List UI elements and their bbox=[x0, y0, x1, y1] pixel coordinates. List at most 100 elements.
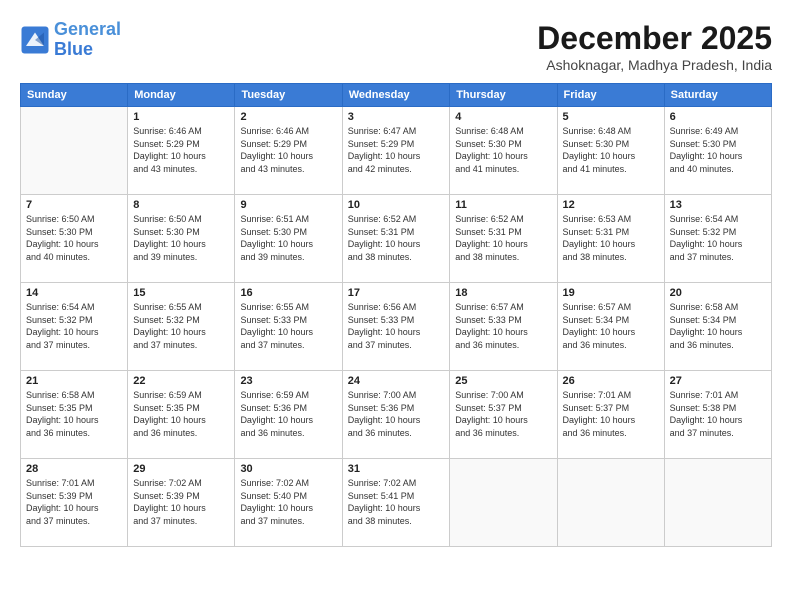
calendar-table: SundayMondayTuesdayWednesdayThursdayFrid… bbox=[20, 83, 772, 547]
day-number: 9 bbox=[240, 199, 336, 211]
day-number: 14 bbox=[26, 287, 122, 299]
calendar-cell: 9 Sunrise: 6:51 AM Sunset: 5:30 PM Daylig… bbox=[235, 195, 342, 283]
column-header-sunday: Sunday bbox=[21, 84, 128, 107]
calendar-cell: 13 Sunrise: 6:54 AM Sunset: 5:32 PM Dayli… bbox=[664, 195, 771, 283]
day-number: 18 bbox=[455, 287, 551, 299]
day-info: Sunrise: 6:54 AM Sunset: 5:32 PM Dayligh… bbox=[26, 301, 122, 351]
day-number: 28 bbox=[26, 463, 122, 475]
calendar-cell: 30 Sunrise: 7:02 AM Sunset: 5:40 PM Dayli… bbox=[235, 459, 342, 547]
day-number: 15 bbox=[133, 287, 229, 299]
day-number: 13 bbox=[670, 199, 766, 211]
day-info: Sunrise: 6:54 AM Sunset: 5:32 PM Dayligh… bbox=[670, 213, 766, 263]
calendar-cell: 20Sunrise: 6:58 AM Sunset: 5:34 PM Dayli… bbox=[664, 283, 771, 371]
day-info: Sunrise: 6:55 AM Sunset: 5:32 PM Dayligh… bbox=[133, 301, 229, 351]
calendar-cell bbox=[557, 459, 664, 547]
day-info: Sunrise: 6:58 AM Sunset: 5:34 PM Dayligh… bbox=[670, 301, 766, 351]
calendar-cell: 7 Sunrise: 6:50 AM Sunset: 5:30 PM Daylig… bbox=[21, 195, 128, 283]
day-info: Sunrise: 7:01 AM Sunset: 5:38 PM Dayligh… bbox=[670, 389, 766, 439]
calendar-cell: 28 Sunrise: 7:01 AM Sunset: 5:39 PM Dayli… bbox=[21, 459, 128, 547]
day-number: 6 bbox=[670, 111, 766, 123]
day-number: 2 bbox=[240, 111, 336, 123]
day-info: Sunrise: 7:02 AM Sunset: 5:39 PM Dayligh… bbox=[133, 477, 229, 527]
calendar-cell: 16 Sunrise: 6:55 AM Sunset: 5:33 PM Dayli… bbox=[235, 283, 342, 371]
calendar-cell: 24 Sunrise: 7:00 AM Sunset: 5:36 PM Dayli… bbox=[342, 371, 450, 459]
calendar-header-row: SundayMondayTuesdayWednesdayThursdayFrid… bbox=[21, 84, 772, 107]
day-number: 17 bbox=[348, 287, 445, 299]
calendar-cell: 19Sunrise: 6:57 AM Sunset: 5:34 PM Dayli… bbox=[557, 283, 664, 371]
day-number: 29 bbox=[133, 463, 229, 475]
calendar-cell: 12Sunrise: 6:53 AM Sunset: 5:31 PM Dayli… bbox=[557, 195, 664, 283]
week-row-4: 21 Sunrise: 6:58 AM Sunset: 5:35 PM Dayli… bbox=[21, 371, 772, 459]
day-number: 7 bbox=[26, 199, 122, 211]
calendar-cell: 26Sunrise: 7:01 AM Sunset: 5:37 PM Dayli… bbox=[557, 371, 664, 459]
day-number: 21 bbox=[26, 375, 122, 387]
calendar-cell: 11 Sunrise: 6:52 AM Sunset: 5:31 PM Dayli… bbox=[450, 195, 557, 283]
day-info: Sunrise: 6:55 AM Sunset: 5:33 PM Dayligh… bbox=[240, 301, 336, 351]
calendar-cell bbox=[450, 459, 557, 547]
day-info: Sunrise: 6:52 AM Sunset: 5:31 PM Dayligh… bbox=[455, 213, 551, 263]
day-info: Sunrise: 6:47 AM Sunset: 5:29 PM Dayligh… bbox=[348, 125, 445, 175]
day-number: 3 bbox=[348, 111, 445, 123]
day-number: 30 bbox=[240, 463, 336, 475]
calendar-cell: 3 Sunrise: 6:47 AM Sunset: 5:29 PM Daylig… bbox=[342, 107, 450, 195]
calendar-cell: 18 Sunrise: 6:57 AM Sunset: 5:33 PM Dayli… bbox=[450, 283, 557, 371]
page-header: General Blue December 2025 Ashoknagar, M… bbox=[20, 20, 772, 73]
week-row-5: 28 Sunrise: 7:01 AM Sunset: 5:39 PM Dayli… bbox=[21, 459, 772, 547]
day-number: 31 bbox=[348, 463, 445, 475]
day-info: Sunrise: 6:52 AM Sunset: 5:31 PM Dayligh… bbox=[348, 213, 445, 263]
calendar-cell: 6 Sunrise: 6:49 AM Sunset: 5:30 PM Daylig… bbox=[664, 107, 771, 195]
calendar-cell: 1Sunrise: 6:46 AM Sunset: 5:29 PM Daylig… bbox=[128, 107, 235, 195]
calendar-cell: 29 Sunrise: 7:02 AM Sunset: 5:39 PM Dayli… bbox=[128, 459, 235, 547]
column-header-monday: Monday bbox=[128, 84, 235, 107]
day-info: Sunrise: 7:00 AM Sunset: 5:36 PM Dayligh… bbox=[348, 389, 445, 439]
week-row-2: 7 Sunrise: 6:50 AM Sunset: 5:30 PM Daylig… bbox=[21, 195, 772, 283]
day-number: 27 bbox=[670, 375, 766, 387]
day-info: Sunrise: 6:48 AM Sunset: 5:30 PM Dayligh… bbox=[563, 125, 659, 175]
day-number: 11 bbox=[455, 199, 551, 211]
day-number: 23 bbox=[240, 375, 336, 387]
day-info: Sunrise: 7:02 AM Sunset: 5:41 PM Dayligh… bbox=[348, 477, 445, 527]
day-info: Sunrise: 6:49 AM Sunset: 5:30 PM Dayligh… bbox=[670, 125, 766, 175]
logo-line1: General bbox=[54, 19, 121, 39]
calendar-cell: 15 Sunrise: 6:55 AM Sunset: 5:32 PM Dayli… bbox=[128, 283, 235, 371]
column-header-saturday: Saturday bbox=[664, 84, 771, 107]
calendar-cell: 31 Sunrise: 7:02 AM Sunset: 5:41 PM Dayli… bbox=[342, 459, 450, 547]
day-number: 26 bbox=[563, 375, 659, 387]
day-number: 8 bbox=[133, 199, 229, 211]
month-title: December 2025 bbox=[537, 20, 772, 57]
week-row-1: 1Sunrise: 6:46 AM Sunset: 5:29 PM Daylig… bbox=[21, 107, 772, 195]
logo-text: General Blue bbox=[54, 20, 121, 60]
column-header-friday: Friday bbox=[557, 84, 664, 107]
calendar-cell: 27 Sunrise: 7:01 AM Sunset: 5:38 PM Dayli… bbox=[664, 371, 771, 459]
day-info: Sunrise: 7:02 AM Sunset: 5:40 PM Dayligh… bbox=[240, 477, 336, 527]
column-header-wednesday: Wednesday bbox=[342, 84, 450, 107]
day-info: Sunrise: 7:00 AM Sunset: 5:37 PM Dayligh… bbox=[455, 389, 551, 439]
day-info: Sunrise: 6:58 AM Sunset: 5:35 PM Dayligh… bbox=[26, 389, 122, 439]
day-info: Sunrise: 7:01 AM Sunset: 5:39 PM Dayligh… bbox=[26, 477, 122, 527]
day-info: Sunrise: 6:51 AM Sunset: 5:30 PM Dayligh… bbox=[240, 213, 336, 263]
calendar-cell: 4Sunrise: 6:48 AM Sunset: 5:30 PM Daylig… bbox=[450, 107, 557, 195]
day-info: Sunrise: 6:59 AM Sunset: 5:36 PM Dayligh… bbox=[240, 389, 336, 439]
calendar-cell: 22Sunrise: 6:59 AM Sunset: 5:35 PM Dayli… bbox=[128, 371, 235, 459]
day-info: Sunrise: 6:57 AM Sunset: 5:34 PM Dayligh… bbox=[563, 301, 659, 351]
calendar-cell: 10 Sunrise: 6:52 AM Sunset: 5:31 PM Dayli… bbox=[342, 195, 450, 283]
logo-icon bbox=[20, 25, 50, 55]
calendar-cell bbox=[21, 107, 128, 195]
calendar-cell: 23 Sunrise: 6:59 AM Sunset: 5:36 PM Dayli… bbox=[235, 371, 342, 459]
title-block: December 2025 Ashoknagar, Madhya Pradesh… bbox=[537, 20, 772, 73]
day-number: 16 bbox=[240, 287, 336, 299]
day-number: 25 bbox=[455, 375, 551, 387]
day-number: 24 bbox=[348, 375, 445, 387]
day-info: Sunrise: 6:46 AM Sunset: 5:29 PM Dayligh… bbox=[240, 125, 336, 175]
day-info: Sunrise: 6:50 AM Sunset: 5:30 PM Dayligh… bbox=[26, 213, 122, 263]
day-number: 10 bbox=[348, 199, 445, 211]
day-info: Sunrise: 6:57 AM Sunset: 5:33 PM Dayligh… bbox=[455, 301, 551, 351]
calendar-cell: 21 Sunrise: 6:58 AM Sunset: 5:35 PM Dayli… bbox=[21, 371, 128, 459]
calendar-cell bbox=[664, 459, 771, 547]
day-number: 4 bbox=[455, 111, 551, 123]
day-info: Sunrise: 6:53 AM Sunset: 5:31 PM Dayligh… bbox=[563, 213, 659, 263]
column-header-thursday: Thursday bbox=[450, 84, 557, 107]
week-row-3: 14 Sunrise: 6:54 AM Sunset: 5:32 PM Dayli… bbox=[21, 283, 772, 371]
calendar-cell: 17Sunrise: 6:56 AM Sunset: 5:33 PM Dayli… bbox=[342, 283, 450, 371]
location-subtitle: Ashoknagar, Madhya Pradesh, India bbox=[537, 57, 772, 73]
